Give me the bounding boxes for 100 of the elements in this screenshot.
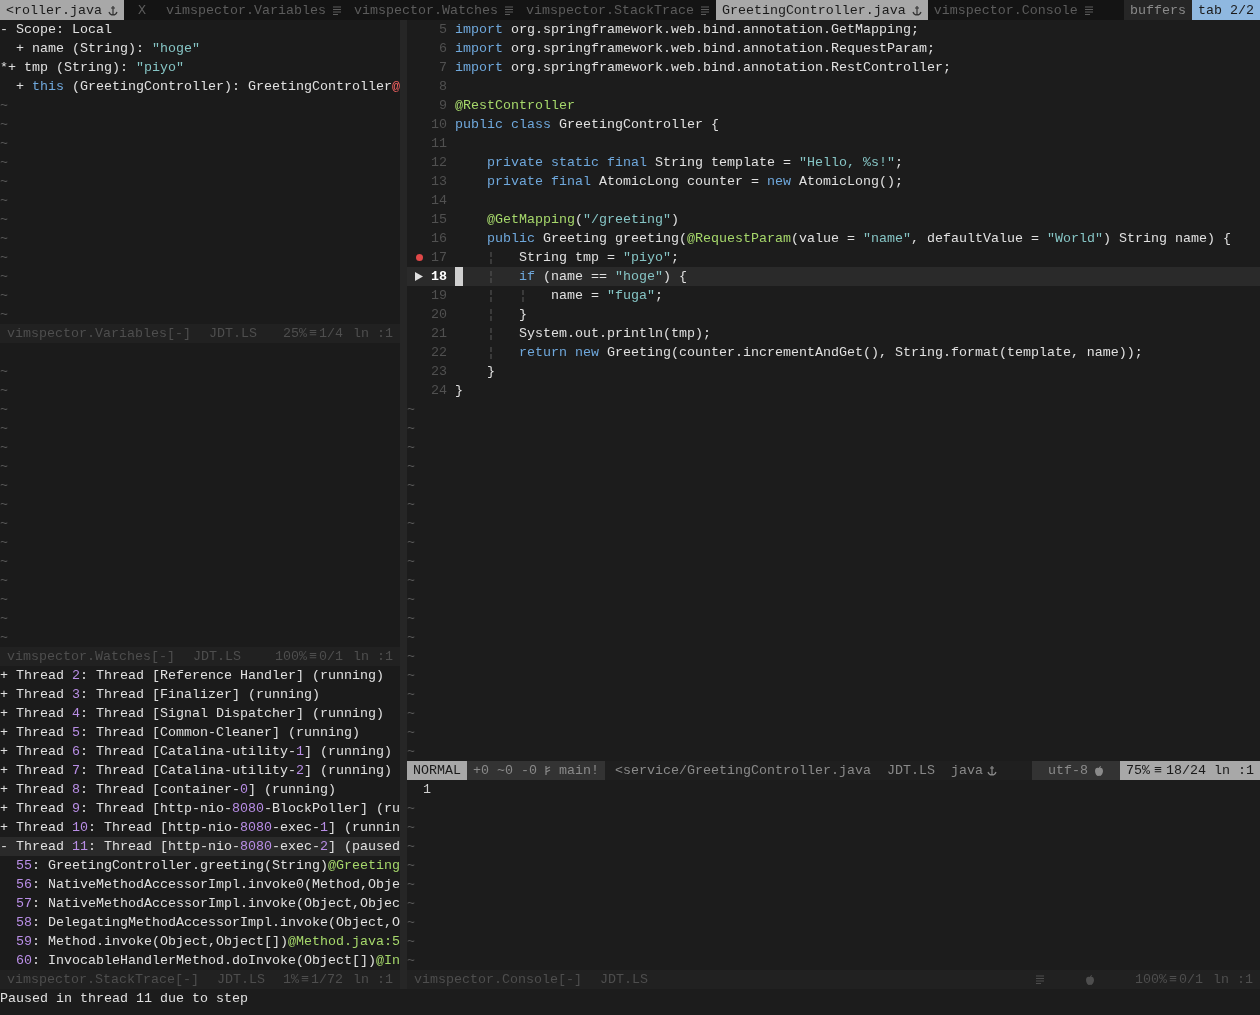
- lines-icon: [331, 4, 342, 16]
- lines-icon: [503, 4, 514, 16]
- stack-row[interactable]: 57: NativeMethodAccessorImpl.invoke(Object,Objec: [0, 894, 400, 913]
- tilde-marker: ~: [407, 819, 415, 837]
- tab-indicator: tab 2/2: [1192, 0, 1260, 20]
- tilde-marker: ~: [0, 211, 8, 229]
- tilde-marker: ~: [0, 363, 8, 381]
- stack-row[interactable]: + Thread 3: Thread [Finalizer] (running): [0, 685, 400, 704]
- branch-icon: [543, 765, 553, 776]
- tilde-marker: ~: [0, 496, 8, 514]
- code-line: import org.springframework.web.bind.annotation.GetMapping;: [455, 21, 919, 39]
- code-line: private static final String template = "Hello, %s!";: [486, 154, 903, 172]
- stack-row[interactable]: + Thread 9: Thread [http-nio-8080-BlockPoller] (ru: [0, 799, 400, 818]
- tilde-marker: ~: [0, 439, 8, 457]
- stack-row[interactable]: + Thread 6: Thread [Catalina-utility-1] (running): [0, 742, 400, 761]
- anchor-icon: [986, 765, 997, 776]
- tilde-marker: ~: [0, 458, 8, 476]
- tilde-marker: ~: [0, 97, 8, 115]
- line-number: 18: [431, 268, 447, 286]
- tilde-marker: ~: [407, 553, 415, 571]
- tilde-marker: ~: [407, 629, 415, 647]
- stack-row[interactable]: 58: DelegatingMethodAccessorImpl.invoke(Object,O: [0, 913, 400, 932]
- code-line: ¦ return new Greeting(counter.incrementAndGet(), String.format(template, name));: [486, 344, 1143, 362]
- tilde-marker: ~: [407, 458, 415, 476]
- tilde-marker: ~: [407, 515, 415, 533]
- variable-row[interactable]: *+ tmp (String): "piyo": [0, 58, 400, 77]
- stack-row[interactable]: + Thread 8: Thread [container-0] (running): [0, 780, 400, 799]
- tilde-marker: ~: [407, 724, 415, 742]
- tilde-marker: ~: [0, 230, 8, 248]
- tilde-marker: ~: [0, 477, 8, 495]
- stack-row[interactable]: 56: NativeMethodAccessorImpl.invoke0(Method,Obje: [0, 875, 400, 894]
- code-line: ¦ }: [486, 306, 527, 324]
- tilde-marker: ~: [0, 629, 8, 647]
- tilde-marker: ~: [0, 116, 8, 134]
- tilde-marker: ~: [407, 705, 415, 723]
- filetype: java: [950, 762, 983, 780]
- status-text: ≡: [309, 325, 317, 343]
- tilde-marker: ~: [0, 306, 8, 324]
- code-line: ¦ ¦ name = "fuga";: [486, 287, 663, 305]
- column-indicator: ln :1: [1214, 762, 1254, 780]
- tilde-marker: ~: [407, 572, 415, 590]
- tilde-marker: ~: [0, 572, 8, 590]
- mode-indicator: NORMAL: [407, 761, 467, 780]
- tilde-marker: ~: [407, 800, 415, 818]
- status-text: ≡: [1169, 971, 1177, 989]
- tab[interactable]: <roller.java: [0, 0, 124, 20]
- stack-row[interactable]: 55: GreetingController.greeting(String)@Greeting: [0, 856, 400, 875]
- tilde-marker: ~: [407, 743, 415, 761]
- tilde-marker: ~: [407, 610, 415, 628]
- tilde-marker: ~: [407, 496, 415, 514]
- tilde-marker: ~: [407, 686, 415, 704]
- tilde-marker: ~: [0, 420, 8, 438]
- file-path: <service/GreetingController.java: [615, 762, 871, 780]
- tilde-marker: ~: [0, 135, 8, 153]
- buffers-label: buffers: [1124, 0, 1192, 20]
- tilde-marker: ~: [0, 515, 8, 533]
- code-line: import org.springframework.web.bind.annotation.RestController;: [455, 59, 951, 77]
- tilde-marker: ~: [0, 287, 8, 305]
- cursor-position: 18/24: [1166, 762, 1206, 780]
- tilde-marker: ~: [0, 192, 8, 210]
- code-line: @GetMapping("/greeting"): [486, 211, 679, 229]
- tilde-marker: ~: [407, 477, 415, 495]
- stack-row[interactable]: 60: InvocableHandlerMethod.doInvoke(Object[])@In: [0, 951, 400, 970]
- tilde-marker: ~: [407, 838, 415, 856]
- code-line: }: [486, 363, 495, 381]
- stack-row[interactable]: - Thread 11: Thread [http-nio-8080-exec-2] (paused: [0, 837, 400, 856]
- code-line: @RestController: [455, 97, 575, 115]
- tilde-marker: ~: [407, 648, 415, 666]
- variable-row[interactable]: + this (GreetingController): GreetingController@: [0, 77, 400, 96]
- lsp-name: JDT.LS: [886, 762, 935, 780]
- tilde-marker: ~: [407, 667, 415, 685]
- stack-row[interactable]: + Thread 5: Thread [Common-Cleaner] (running): [0, 723, 400, 742]
- stack-row[interactable]: + Thread 4: Thread [Signal Dispatcher] (running): [0, 704, 400, 723]
- lines-icon: [699, 4, 710, 16]
- lines-icon: [1035, 974, 1045, 985]
- tilde-marker: ~: [0, 268, 8, 286]
- code-line: import org.springframework.web.bind.annotation.RequestParam;: [455, 40, 935, 58]
- status-text: ≡: [309, 648, 317, 666]
- tilde-marker: ~: [407, 876, 415, 894]
- variable-row[interactable]: + name (String): "hoge": [0, 39, 400, 58]
- stack-row[interactable]: + Thread 2: Thread [Reference Handler] (running): [0, 666, 400, 685]
- anchor-icon: [911, 4, 922, 16]
- tilde-marker: ~: [407, 534, 415, 552]
- apple-icon: [1094, 765, 1104, 776]
- status-message: Paused in thread 11 due to step: [0, 991, 248, 1006]
- tilde-marker: ~: [407, 914, 415, 932]
- lines-icon: [1083, 4, 1094, 16]
- tilde-marker: ~: [407, 401, 415, 419]
- tilde-marker: ~: [407, 952, 415, 970]
- variable-row[interactable]: - Scope: Local: [0, 20, 400, 39]
- encoding: utf-8: [1048, 762, 1088, 780]
- stack-row[interactable]: + Thread 7: Thread [Catalina-utility-2] (running): [0, 761, 400, 780]
- line-number: 1: [422, 781, 431, 799]
- status-text: ≡: [301, 971, 309, 989]
- current-line-arrow-icon: [415, 272, 423, 281]
- tilde-marker: ~: [407, 857, 415, 875]
- tab[interactable]: GreetingController.java: [715, 0, 928, 20]
- stack-row[interactable]: 59: Method.invoke(Object,Object[])@Method.java:5: [0, 932, 400, 951]
- code-line: ¦ String tmp = "piyo";: [486, 249, 679, 267]
- stack-row[interactable]: + Thread 10: Thread [http-nio-8080-exec-1] (runnin: [0, 818, 400, 837]
